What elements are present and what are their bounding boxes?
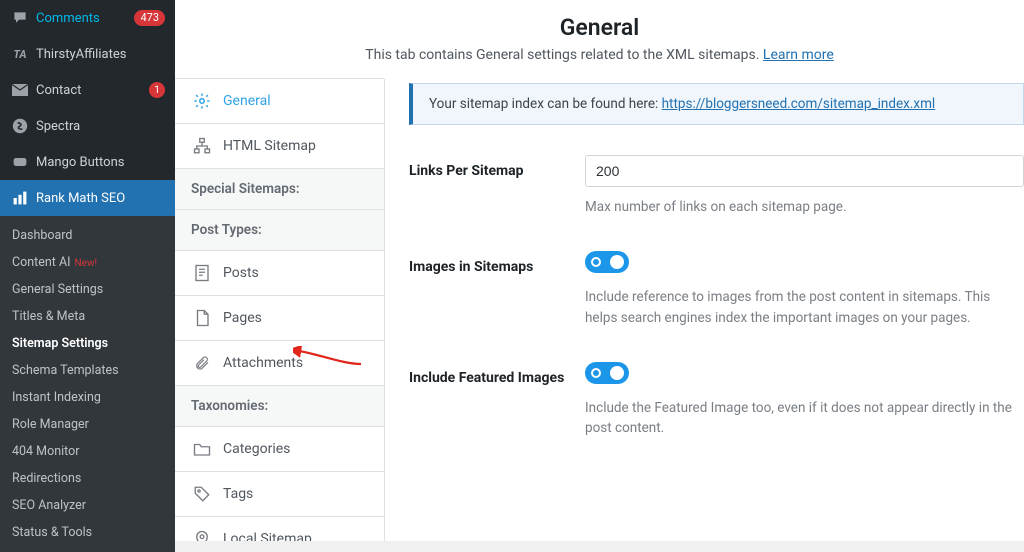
sidebar-item-spectra[interactable]: Spectra	[0, 108, 175, 144]
submenu-role-manager[interactable]: Role Manager	[0, 411, 175, 438]
tab-label: Attachments	[223, 355, 303, 371]
rankmath-submenu: Dashboard Content AI New! General Setting…	[0, 216, 175, 552]
tab-tags[interactable]: Tags	[175, 471, 384, 517]
gear-icon	[191, 92, 213, 110]
sidebar-item-comments[interactable]: Comments 473	[0, 0, 175, 36]
settings-tabs: General HTML Sitemap Special Sitemaps: P…	[175, 79, 385, 541]
submenu-content-ai[interactable]: Content AI New!	[0, 249, 175, 276]
submenu-titles-meta[interactable]: Titles & Meta	[0, 303, 175, 330]
sidebar-label: Spectra	[36, 119, 165, 134]
images-toggle[interactable]	[585, 251, 629, 273]
post-icon	[191, 264, 213, 282]
field-label: Links Per Sitemap	[409, 155, 585, 217]
count-badge: 473	[134, 10, 165, 26]
page-title: General	[175, 14, 1024, 41]
page-subtitle: This tab contains General settings relat…	[175, 47, 1024, 63]
sidebar-item-thirstyaffiliates[interactable]: TA ThirstyAffiliates	[0, 36, 175, 72]
field-help: Include reference to images from the pos…	[585, 287, 1024, 328]
field-help: Include the Featured Image too, even if …	[585, 398, 1024, 439]
tab-posts[interactable]: Posts	[175, 250, 384, 296]
submenu-general-settings[interactable]: General Settings	[0, 276, 175, 303]
new-tag: New!	[75, 258, 98, 269]
links-per-sitemap-input[interactable]	[585, 155, 1024, 187]
field-label: Images in Sitemaps	[409, 251, 585, 328]
count-badge: 1	[149, 82, 165, 98]
main-panel: General This tab contains General settin…	[175, 0, 1024, 541]
tab-section-taxonomies: Taxonomies:	[175, 386, 384, 427]
submenu-instant-indexing[interactable]: Instant Indexing	[0, 384, 175, 411]
subtitle-text: This tab contains General settings relat…	[365, 47, 763, 63]
featured-toggle[interactable]	[585, 362, 629, 384]
settings-form: Your sitemap index can be found here: ht…	[385, 79, 1024, 541]
tab-section-posttypes: Post Types:	[175, 210, 384, 251]
sidebar-label: Mango Buttons	[36, 155, 165, 170]
submenu-dashboard[interactable]: Dashboard	[0, 222, 175, 249]
tab-categories[interactable]: Categories	[175, 426, 384, 472]
submenu-schema-templates[interactable]: Schema Templates	[0, 357, 175, 384]
tab-general[interactable]: General	[175, 78, 384, 124]
ta-icon: TA	[10, 44, 30, 64]
folder-icon	[191, 440, 213, 458]
learn-more-link[interactable]: Learn more	[763, 47, 834, 63]
submenu-status-tools[interactable]: Status & Tools	[0, 519, 175, 546]
field-include-featured-images: Include Featured Images Include the Feat…	[409, 362, 1024, 439]
wp-admin-sidebar: Comments 473 TA ThirstyAffiliates Contac…	[0, 0, 175, 541]
submenu-seo-analyzer[interactable]: SEO Analyzer	[0, 492, 175, 519]
page-header: General This tab contains General settin…	[175, 0, 1024, 79]
paperclip-icon	[191, 354, 213, 372]
spectra-icon	[10, 116, 30, 136]
mango-icon	[10, 152, 30, 172]
submenu-redirections[interactable]: Redirections	[0, 465, 175, 492]
tab-label: Tags	[223, 486, 253, 502]
submenu-label: Content AI	[12, 255, 71, 270]
sidebar-item-contact[interactable]: Contact 1	[0, 72, 175, 108]
mail-icon	[10, 80, 30, 100]
field-label: Include Featured Images	[409, 362, 585, 439]
tab-section-special: Special Sitemaps:	[175, 169, 384, 210]
tab-label: HTML Sitemap	[223, 138, 316, 154]
sidebar-label: Rank Math SEO	[36, 191, 165, 206]
comment-icon	[10, 8, 30, 28]
tab-label: Categories	[223, 441, 290, 457]
chart-icon	[10, 188, 30, 208]
sitemap-index-link[interactable]: https://bloggersneed.com/sitemap_index.x…	[662, 96, 936, 112]
sidebar-item-mango[interactable]: Mango Buttons	[0, 144, 175, 180]
tab-label: Posts	[223, 265, 259, 281]
location-icon	[191, 530, 213, 541]
sidebar-item-rankmath[interactable]: Rank Math SEO	[0, 180, 175, 216]
sidebar-label: Comments	[36, 11, 134, 26]
tag-icon	[191, 485, 213, 503]
tab-label: Local Sitemap	[223, 531, 312, 541]
tab-attachments[interactable]: Attachments	[175, 340, 384, 386]
submenu-sitemap-settings[interactable]: Sitemap Settings	[0, 330, 175, 357]
sidebar-label: ThirstyAffiliates	[36, 47, 165, 62]
sitemap-notice: Your sitemap index can be found here: ht…	[409, 83, 1024, 125]
tab-html-sitemap[interactable]: HTML Sitemap	[175, 123, 384, 169]
field-images-in-sitemaps: Images in Sitemaps Include reference to …	[409, 251, 1024, 328]
tab-label: General	[223, 93, 271, 109]
sidebar-label: Contact	[36, 83, 149, 98]
submenu-404-monitor[interactable]: 404 Monitor	[0, 438, 175, 465]
field-links-per-sitemap: Links Per Sitemap Max number of links on…	[409, 155, 1024, 217]
tab-local-sitemap[interactable]: Local Sitemap	[175, 516, 384, 541]
notice-text: Your sitemap index can be found here:	[429, 96, 662, 112]
field-help: Max number of links on each sitemap page…	[585, 197, 1024, 217]
tab-pages[interactable]: Pages	[175, 295, 384, 341]
sitemap-icon	[191, 137, 213, 155]
tab-label: Pages	[223, 310, 262, 326]
page-icon	[191, 309, 213, 327]
